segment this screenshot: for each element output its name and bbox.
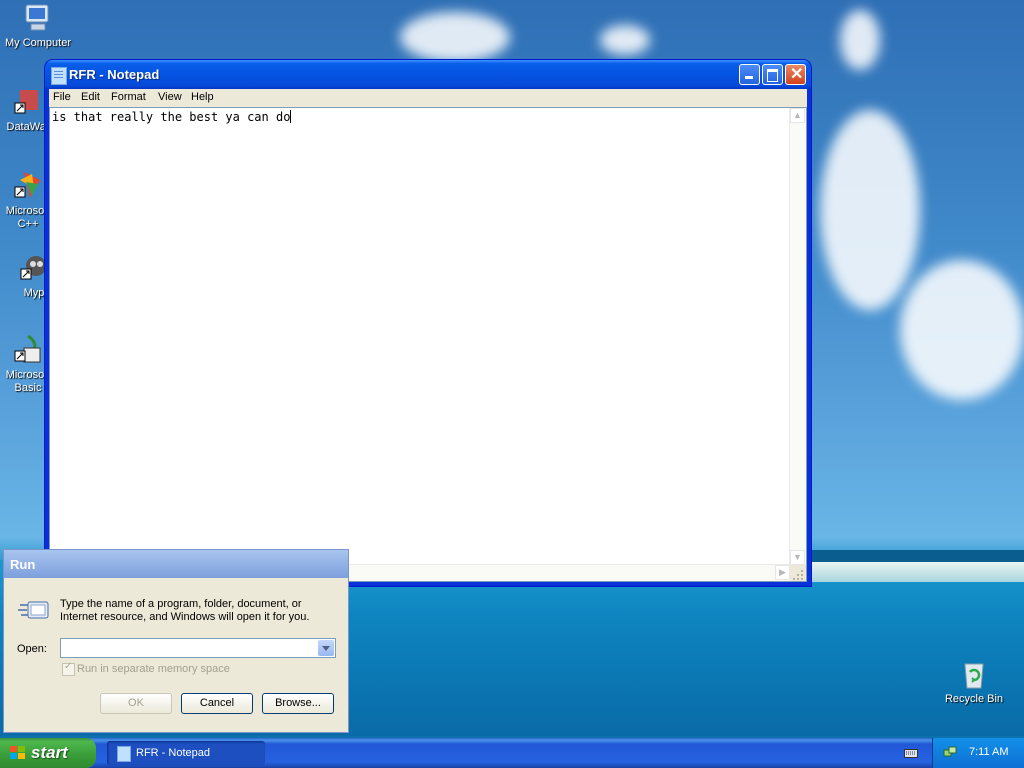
scroll-down-arrow[interactable]: ▼ <box>790 550 805 565</box>
desktop-icon-recycle-bin[interactable]: Recycle Bin <box>936 658 1012 706</box>
computer-icon <box>22 2 54 34</box>
beach <box>810 562 1024 582</box>
vertical-scrollbar[interactable]: ▲ ▼ <box>789 108 806 565</box>
menu-file[interactable]: File <box>53 91 71 103</box>
system-tray: 7:11 AM <box>932 738 1024 768</box>
clock[interactable]: 7:11 AM <box>969 746 1009 758</box>
minimize-icon <box>745 76 753 79</box>
resize-grip[interactable] <box>790 565 806 581</box>
windows-logo-icon <box>10 746 26 761</box>
cloud <box>900 260 1024 400</box>
dropdown-arrow-icon[interactable] <box>318 640 334 656</box>
run-title-bar[interactable]: Run <box>4 550 348 578</box>
cloud <box>840 10 880 70</box>
close-icon: ✕ <box>790 66 804 83</box>
taskbar-item-notepad[interactable]: RFR - Notepad <box>107 741 265 765</box>
start-button[interactable]: start <box>0 738 96 768</box>
menu-format[interactable]: Format <box>111 91 146 103</box>
maximize-icon <box>767 69 778 82</box>
notepad-icon <box>51 67 67 85</box>
shortcut-icon <box>12 86 44 118</box>
run-dialog[interactable]: Run Type the name of a program, folder, … <box>3 549 349 733</box>
separate-memory-checkbox[interactable] <box>62 661 75 676</box>
desktop-icon-my-computer[interactable]: My Computer <box>0 2 76 50</box>
network-icon[interactable] <box>943 746 957 760</box>
cancel-button[interactable]: Cancel <box>181 693 253 714</box>
browse-button[interactable]: Browse... <box>262 693 334 714</box>
text-editor[interactable]: is that really the best ya can do ▲ ▼ ◀ … <box>49 107 807 582</box>
maximize-button[interactable] <box>762 64 783 85</box>
open-label: Open: <box>17 643 47 655</box>
scroll-right-arrow[interactable]: ▶ <box>775 565 790 580</box>
taskbar-item-label: RFR - Notepad <box>136 747 210 759</box>
separate-memory-label: Run in separate memory space <box>77 663 230 675</box>
menu-edit[interactable]: Edit <box>81 91 100 103</box>
notepad-icon <box>117 746 131 762</box>
run-title: Run <box>10 557 36 572</box>
scroll-up-arrow[interactable]: ▲ <box>790 108 805 123</box>
keyboard-icon[interactable] <box>904 747 918 759</box>
menu-view[interactable]: View <box>158 91 182 103</box>
notepad-window[interactable]: RFR - Notepad ✕ File Edit Format View He… <box>45 60 811 586</box>
title-bar[interactable]: RFR - Notepad ✕ <box>45 60 811 89</box>
menu-bar: File Edit Format View Help <box>49 89 807 107</box>
open-input[interactable] <box>60 638 336 658</box>
cloud <box>400 12 510 62</box>
minimize-button[interactable] <box>739 64 760 85</box>
horizon <box>810 550 1024 562</box>
visual-basic-icon <box>12 334 44 366</box>
ok-button[interactable]: OK <box>100 693 172 714</box>
cloud <box>820 110 920 310</box>
editor-text: is that really the best ya can do <box>52 110 291 124</box>
visual-studio-icon <box>12 170 44 202</box>
taskbar: start RFR - Notepad 7:11 AM <box>0 738 1024 768</box>
menu-help[interactable]: Help <box>191 91 214 103</box>
run-icon <box>18 599 50 621</box>
text-caret <box>290 110 292 123</box>
window-title: RFR - Notepad <box>69 67 160 82</box>
resize-grip-icon <box>793 570 803 580</box>
recycle-bin-icon <box>958 658 990 690</box>
run-description: Type the name of a program, folder, docu… <box>60 598 310 623</box>
close-button[interactable]: ✕ <box>785 64 806 85</box>
cloud <box>600 25 650 55</box>
start-label: start <box>31 743 68 762</box>
editor-content: is that really the best ya can do <box>52 110 292 124</box>
